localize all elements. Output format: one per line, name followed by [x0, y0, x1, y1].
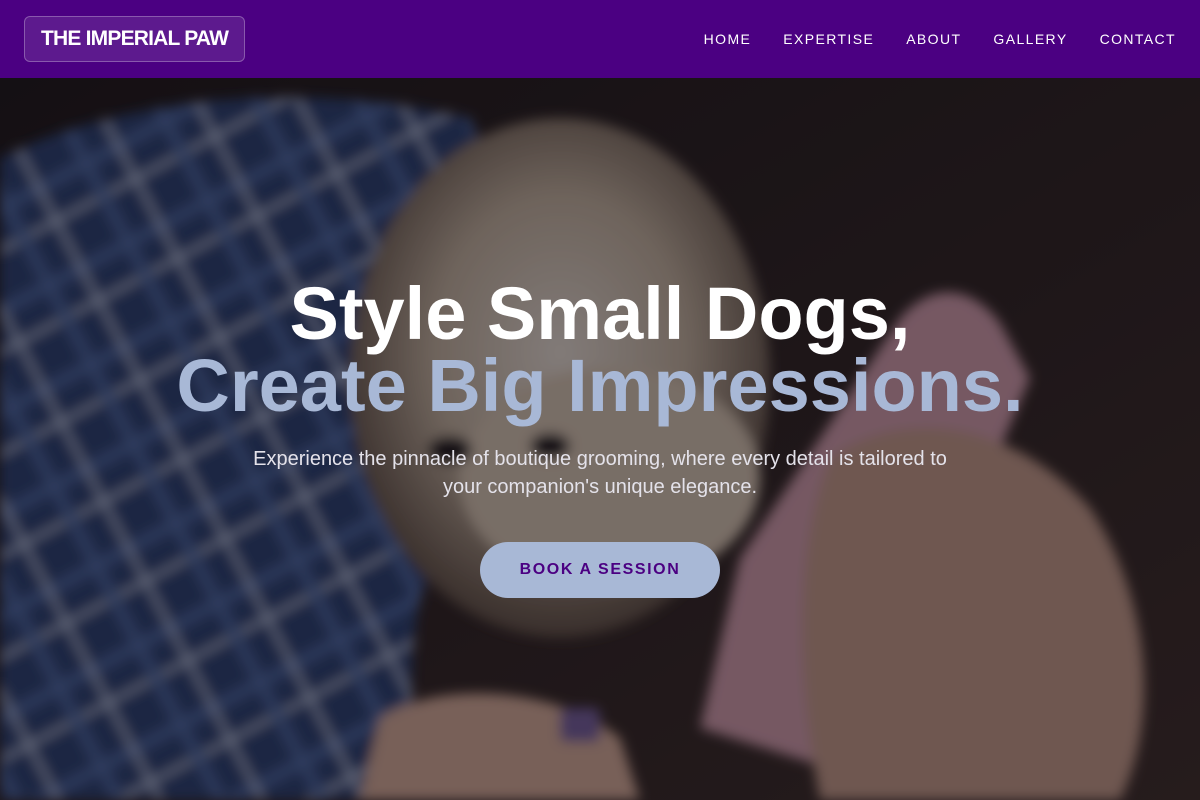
book-session-button[interactable]: BOOK A SESSION: [480, 542, 720, 598]
nav-contact[interactable]: CONTACT: [1100, 31, 1176, 47]
hero-subtext: Experience the pinnacle of boutique groo…: [253, 448, 947, 498]
nav-expertise[interactable]: EXPERTISE: [783, 31, 874, 47]
site-header: THE IMPERIAL PAW HOME EXPERTISE ABOUT GA…: [0, 0, 1200, 78]
hero-content: Style Small Dogs, Create Big Impressions…: [0, 78, 1200, 800]
hero-headline-line-2: Create Big Impressions.: [176, 344, 1024, 427]
main-nav: HOME EXPERTISE ABOUT GALLERY CONTACT: [672, 31, 1176, 47]
site-logo[interactable]: THE IMPERIAL PAW: [24, 16, 246, 62]
hero-section: Style Small Dogs, Create Big Impressions…: [0, 78, 1200, 800]
nav-about[interactable]: ABOUT: [906, 31, 961, 47]
nav-home[interactable]: HOME: [704, 31, 752, 47]
nav-gallery[interactable]: GALLERY: [993, 31, 1067, 47]
hero-headline-line-1: Style Small Dogs,: [289, 272, 911, 355]
